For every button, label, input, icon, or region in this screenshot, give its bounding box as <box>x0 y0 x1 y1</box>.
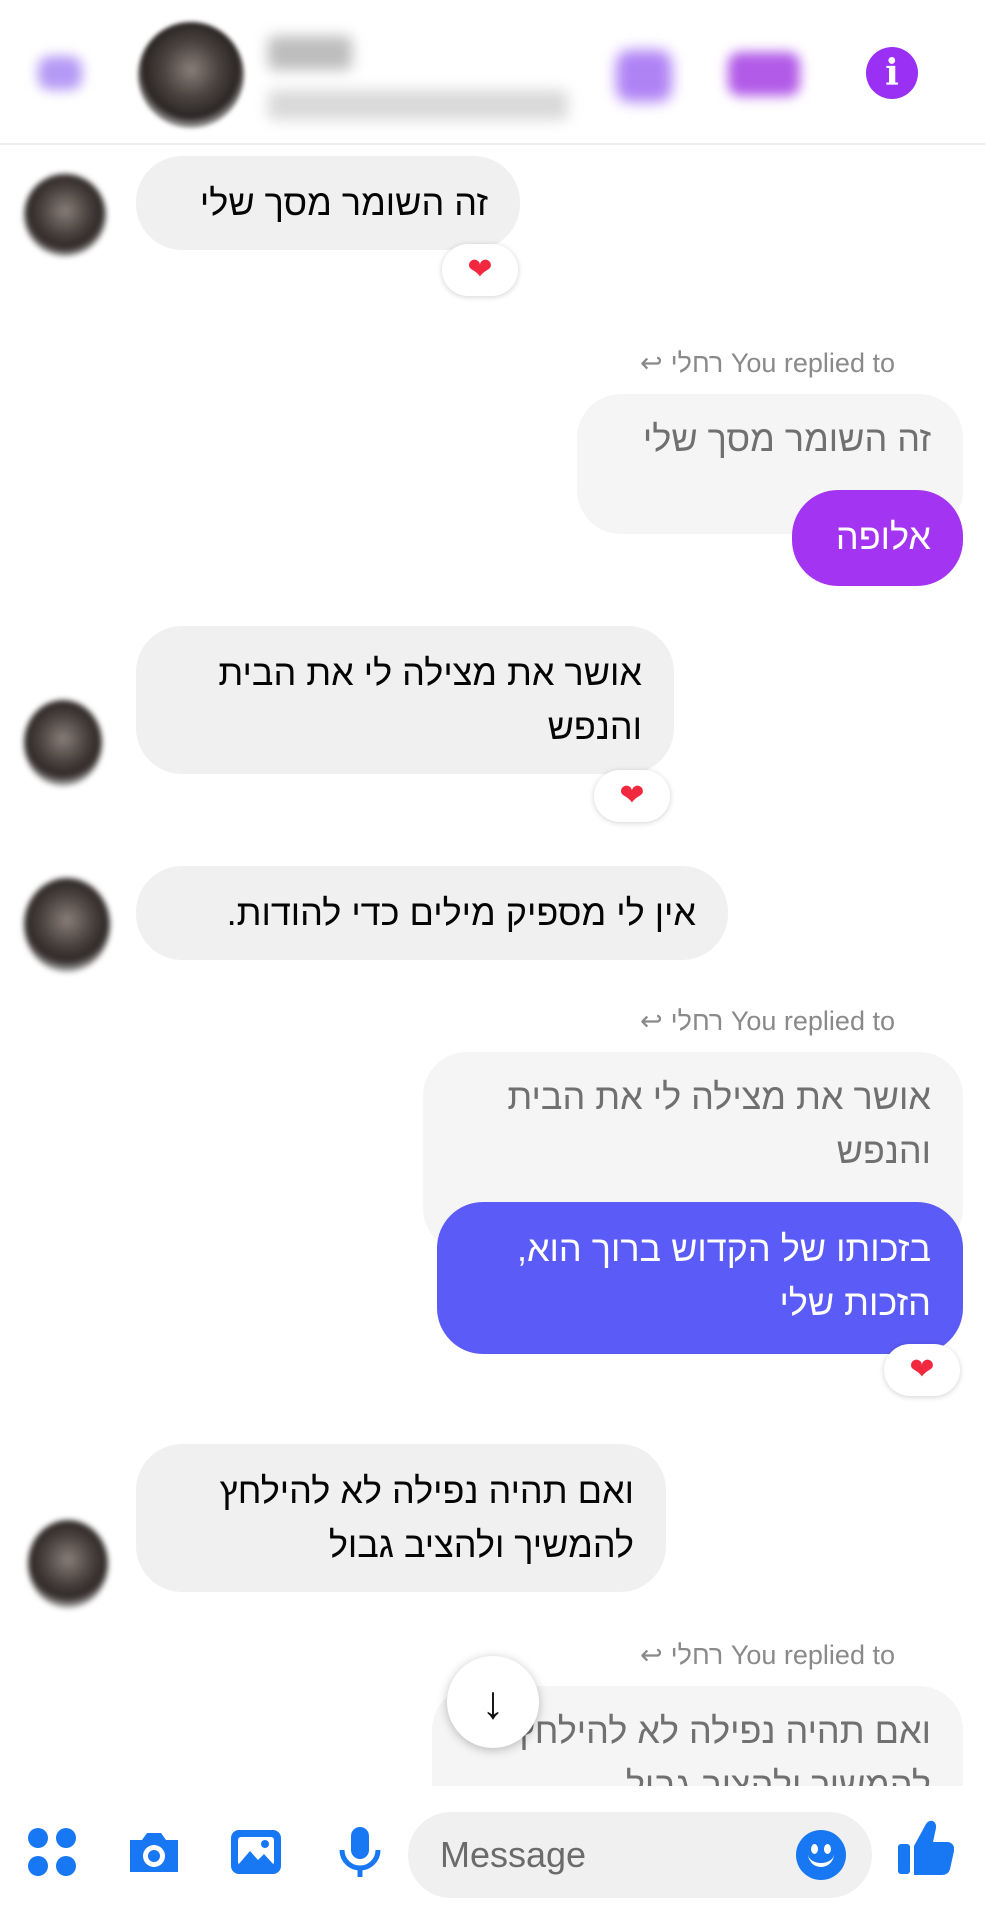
heart-reaction-icon[interactable]: ❤ <box>442 244 518 296</box>
reply-indicator: ↩ רחלי You replied to <box>640 1640 895 1671</box>
message-line: בזכותו של הקדוש ברוך הוא, <box>516 1228 931 1269</box>
message-text: זה השומר מסך שלי <box>199 182 488 223</box>
reply-label: רחלי You replied to <box>670 1006 895 1036</box>
message-composer: Message <box>0 1786 985 1920</box>
reply-label: רחלי You replied to <box>670 348 895 378</box>
message-input[interactable]: Message <box>408 1812 872 1898</box>
message-text: אלופה <box>835 516 931 557</box>
conversation-header: i <box>0 0 985 145</box>
sender-avatar[interactable] <box>24 700 102 786</box>
microphone-icon[interactable] <box>332 1824 388 1880</box>
message-line: והנפש <box>547 706 642 747</box>
incoming-message[interactable]: אין לי מספיק מילים כדי להודות. <box>136 866 728 960</box>
heart-reaction-icon[interactable]: ❤ <box>594 770 670 822</box>
incoming-message[interactable]: ואם תהיה נפילה לא להילחץ להמשיך ולהציב ג… <box>136 1444 666 1592</box>
message-text: אין לי מספיק מילים כדי להודות. <box>226 892 696 933</box>
like-icon[interactable] <box>894 1816 954 1880</box>
quoted-line: אושר את מצילה לי את הבית <box>507 1076 931 1117</box>
outgoing-message[interactable]: אלופה <box>792 490 963 586</box>
incoming-message[interactable]: זה השומר מסך שלי <box>136 156 520 250</box>
sender-avatar[interactable] <box>24 174 106 256</box>
reply-indicator: ↩ רחלי You replied to <box>640 348 895 379</box>
message-line: אושר את מצילה לי את הבית <box>218 652 642 693</box>
apps-icon[interactable] <box>24 1824 80 1880</box>
contact-status-blurred <box>268 90 568 120</box>
reply-arrow-icon: ↩ <box>640 1640 663 1670</box>
emoji-icon[interactable] <box>796 1830 846 1880</box>
message-line: הזכות שלי <box>779 1282 931 1323</box>
reply-label: רחלי You replied to <box>670 1640 895 1670</box>
scroll-down-arrow-icon[interactable]: ↓ <box>447 1656 539 1748</box>
quoted-line: להמשיך ולהציב גבול <box>625 1764 931 1786</box>
message-line: להמשיך ולהציב גבול <box>328 1524 634 1565</box>
sender-avatar[interactable] <box>24 878 110 972</box>
message-placeholder: Message <box>440 1834 587 1875</box>
gallery-icon[interactable] <box>228 1824 284 1880</box>
incoming-message[interactable]: אושר את מצילה לי את הבית והנפש <box>136 626 674 774</box>
back-arrow-icon[interactable] <box>38 56 82 90</box>
quoted-text: זה השומר מסך שלי <box>642 418 931 459</box>
outgoing-message[interactable]: בזכותו של הקדוש ברוך הוא, הזכות שלי <box>437 1202 963 1354</box>
reply-arrow-icon: ↩ <box>640 1006 663 1036</box>
video-call-icon[interactable] <box>728 52 800 96</box>
contact-name-blurred[interactable] <box>268 36 352 70</box>
sender-avatar[interactable] <box>28 1520 108 1608</box>
contact-avatar[interactable] <box>138 22 244 128</box>
phone-call-icon[interactable] <box>616 50 672 102</box>
message-line: ואם תהיה נפילה לא להילחץ <box>219 1470 634 1511</box>
info-icon[interactable]: i <box>866 47 918 99</box>
reply-indicator: ↩ רחלי You replied to <box>640 1006 895 1037</box>
reply-arrow-icon: ↩ <box>640 348 663 378</box>
heart-reaction-icon[interactable]: ❤ <box>884 1344 960 1396</box>
camera-icon[interactable] <box>124 1824 184 1880</box>
quoted-line: והנפש <box>836 1130 931 1171</box>
